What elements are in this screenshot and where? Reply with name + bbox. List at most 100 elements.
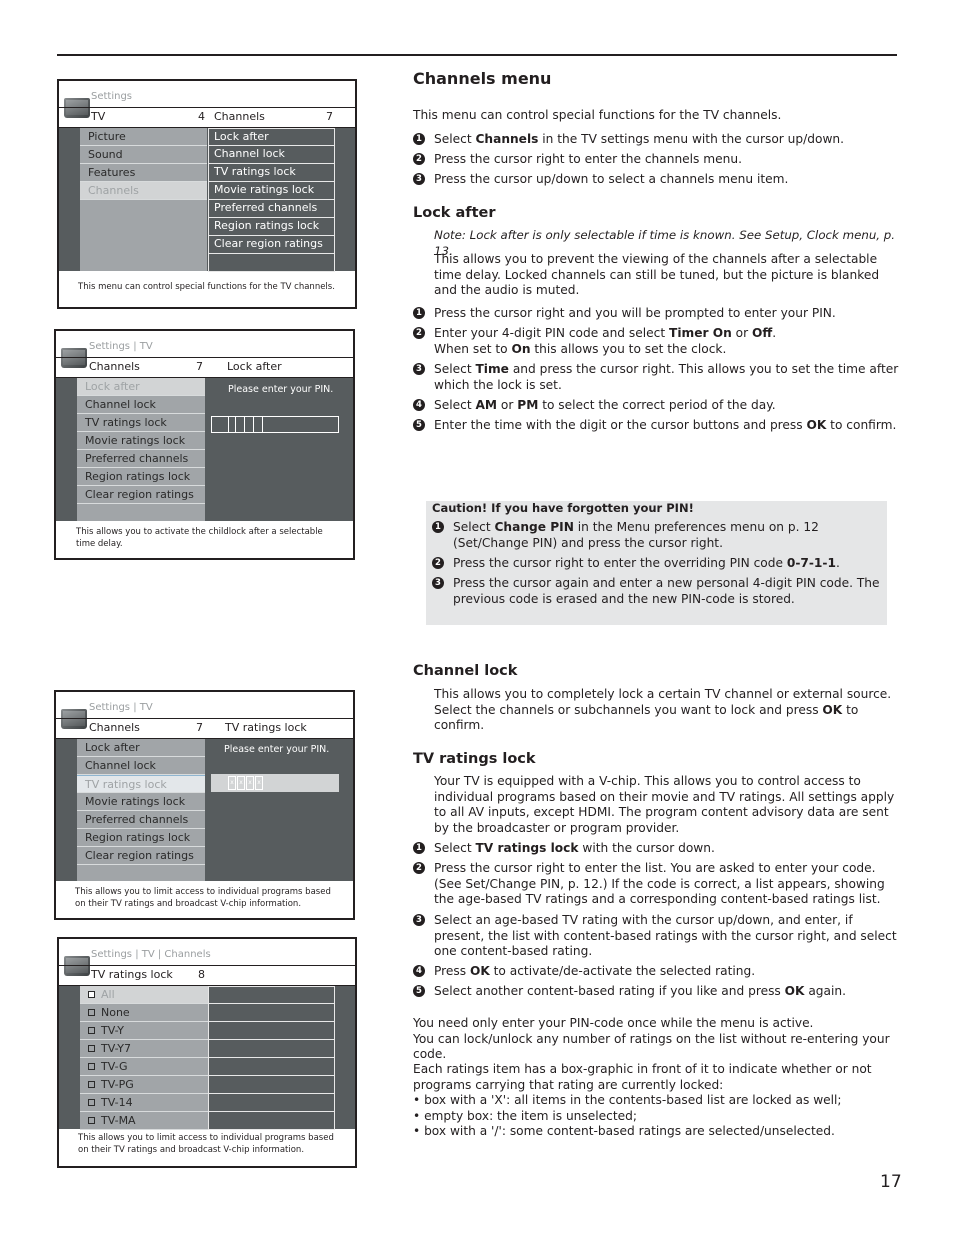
menu-item[interactable]: Lock after (208, 128, 335, 146)
menu-item-label: Movie ratings lock (214, 183, 315, 196)
menu-item[interactable]: Features (80, 164, 207, 182)
pin-digit: x (255, 776, 263, 790)
breadcrumb: Settings | TV (89, 341, 153, 352)
menu-item-label: TV ratings lock (85, 416, 167, 429)
menu-item[interactable]: Movie ratings lock (208, 182, 335, 200)
step-number-icon: 3 (413, 363, 425, 375)
menu-item[interactable]: TV-Y (80, 1022, 208, 1040)
menu-item[interactable]: TV-Y7 (80, 1040, 208, 1058)
menu-item[interactable]: TV ratings lock (77, 775, 205, 793)
top-rule (57, 54, 897, 56)
channels-menu-intro: This menu can control special functions … (413, 108, 782, 122)
menu-item-label: Region ratings lock (85, 470, 191, 483)
menu-item-label: Movie ratings lock (85, 795, 186, 808)
menu-item-label: TV ratings lock (214, 165, 296, 178)
menu-item-label: Clear region ratings (85, 488, 194, 501)
menu-item-label: Movie ratings lock (85, 434, 186, 447)
checkbox-icon (88, 991, 95, 998)
menu-item[interactable]: Picture (80, 128, 207, 146)
step-number-icon: 4 (413, 399, 425, 411)
tv-icon (61, 348, 87, 368)
content-rating-slot (208, 1112, 335, 1130)
menu-item[interactable]: Clear region ratings (77, 847, 205, 865)
menu-item[interactable]: TV-G (80, 1058, 208, 1076)
menu-item-label: TV ratings lock (85, 778, 167, 791)
menu-title-left: TV (91, 110, 106, 123)
pin-prompt: Please enter your PIN. (228, 384, 334, 395)
caution-title: Caution! If you have forgotten your PIN! (432, 501, 694, 515)
menu-item[interactable]: TV-14 (80, 1094, 208, 1112)
menu-item[interactable] (208, 254, 335, 272)
menu-item[interactable]: Preferred channels (77, 450, 205, 468)
step-number-icon: 1 (413, 133, 425, 145)
menu-item[interactable]: Lock after (77, 739, 205, 757)
menu-item-label: Clear region ratings (85, 849, 194, 862)
step-number-icon: 5 (413, 419, 425, 431)
step-number-icon: 1 (413, 307, 425, 319)
menu-count-left: 7 (196, 360, 203, 373)
step-text: Select another content-based rating if y… (434, 984, 847, 998)
menu-item[interactable]: TV ratings lock (208, 164, 335, 182)
menu-item-label: Channel lock (214, 147, 285, 160)
pin-once-paragraph: You need only enter your PIN-code once w… (413, 1016, 890, 1061)
menu-item[interactable]: Channel lock (77, 396, 205, 414)
menu-item-label: Picture (88, 130, 126, 143)
menu-item-label: Lock after (214, 130, 269, 143)
menu-item[interactable]: Sound (80, 146, 207, 164)
step-text: Enter your 4-digit PIN code and select T… (434, 326, 777, 356)
bullet-item: • box with a 'X': all items in the conte… (413, 1093, 842, 1107)
menu-item[interactable]: Channels (80, 182, 207, 200)
menu-title-right: Lock after (227, 360, 282, 373)
screen-description: This allows you to limit access to indiv… (78, 1133, 334, 1155)
menu-title-left: TV ratings lock (91, 968, 173, 981)
menu-item[interactable]: Region ratings lock (208, 218, 335, 236)
channel-lock-description: This allows you to completely lock a cer… (434, 687, 892, 732)
menu-item[interactable]: Preferred channels (77, 811, 205, 829)
pin-entry-field[interactable]: xxxx (211, 774, 339, 792)
menu-item[interactable]: Channel lock (208, 146, 335, 164)
menu-item[interactable]: Movie ratings lock (77, 432, 205, 450)
menu-title-right: Channels (214, 110, 265, 123)
checkbox-icon (88, 1063, 95, 1070)
menu-item-label: TV-PG (101, 1078, 134, 1091)
menu-item[interactable]: Clear region ratings (77, 486, 205, 504)
pin-entry-field[interactable] (211, 416, 339, 433)
step-text: Select TV ratings lock with the cursor d… (434, 841, 715, 855)
step-number-icon: 2 (413, 862, 425, 874)
step-text: Press the cursor right to enter the list… (434, 861, 885, 906)
step-number-icon: 1 (432, 521, 444, 533)
tv-screen-tv-ratings-list: Settings | TV | Channels TV ratings lock… (57, 937, 357, 1168)
content-rating-slot (208, 986, 335, 1004)
menu-item[interactable]: TV-PG (80, 1076, 208, 1094)
menu-item[interactable]: Lock after (77, 378, 205, 396)
menu-item[interactable]: TV-MA (80, 1112, 208, 1130)
menu-item[interactable]: Movie ratings lock (77, 793, 205, 811)
checkbox-icon (88, 1117, 95, 1124)
screen-description: This menu can control special functions … (78, 282, 335, 292)
box-graphic-paragraph: Each ratings item has a box-graphic in f… (413, 1062, 872, 1138)
menu-count-left: 7 (196, 721, 203, 734)
tv-screen-tv-ratings-pin: Settings | TV Channels 7 TV ratings lock… (54, 690, 355, 920)
menu-item[interactable]: Region ratings lock (77, 829, 205, 847)
content-rating-slot (208, 1094, 335, 1112)
menu-item-label: Preferred channels (85, 813, 189, 826)
menu-item[interactable]: Region ratings lock (77, 468, 205, 486)
menu-item[interactable]: Clear region ratings (208, 236, 335, 254)
content-rating-slot (208, 1022, 335, 1040)
menu-item[interactable]: Channel lock (77, 757, 205, 775)
step-number-icon: 4 (413, 965, 425, 977)
menu-item[interactable]: All (80, 986, 208, 1004)
menu-item-label: TV-G (101, 1060, 128, 1073)
breadcrumb: Settings | TV (89, 702, 153, 713)
menu-item-label: Preferred channels (214, 201, 318, 214)
step-number-icon: 3 (413, 914, 425, 926)
screen-description: This allows you to activate the childloc… (76, 527, 323, 549)
section-title-lock-after: Lock after (413, 205, 496, 221)
step-text: Press the cursor again and enter a new p… (453, 576, 880, 606)
pin-digit: x (237, 776, 245, 790)
menu-title-left: Channels (89, 721, 140, 734)
menu-item[interactable]: Preferred channels (208, 200, 335, 218)
page-number: 17 (880, 1172, 902, 1192)
menu-item[interactable]: TV ratings lock (77, 414, 205, 432)
menu-item[interactable]: None (80, 1004, 208, 1022)
